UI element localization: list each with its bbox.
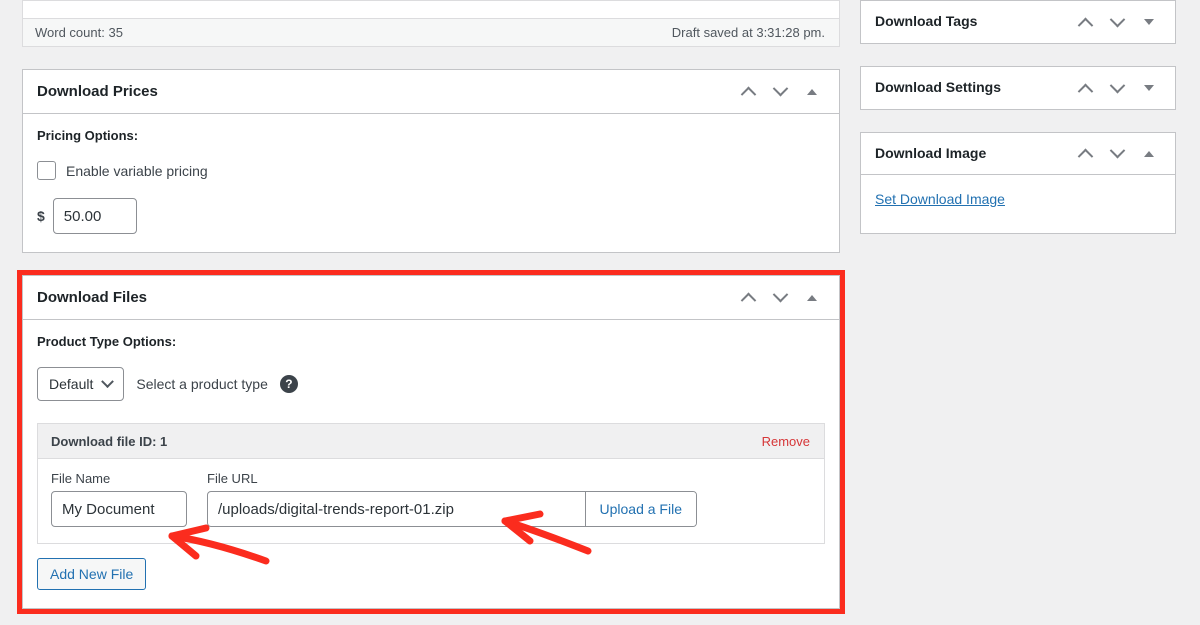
download-files-body: Product Type Options: Default Select a p… [23,320,839,608]
panel-handle-actions [733,283,827,313]
enable-variable-pricing-label: Enable variable pricing [66,162,208,179]
move-down-button[interactable] [765,77,795,107]
chevron-up-icon [1077,148,1093,165]
draft-saved-text: Draft saved at 3:31:28 pm. [671,25,825,40]
set-download-image-link[interactable]: Set Download Image [875,191,1005,207]
help-icon[interactable]: ? [279,375,298,393]
product-type-hint: Select a product type [136,376,268,392]
chevron-down-icon [772,80,788,97]
triangle-toggle-icon [1144,150,1154,157]
sidebar-column: Download Tags Download Settings Download… [860,0,1176,234]
move-up-button[interactable] [1070,139,1100,169]
triangle-toggle-icon [1144,19,1154,25]
file-url-input[interactable] [208,492,585,526]
chevron-down-icon [772,286,788,303]
upload-a-file-button[interactable]: Upload a File [584,492,696,526]
download-prices-body: Pricing Options: Enable variable pricing… [23,114,839,252]
panel-handle-actions [1070,7,1164,37]
download-file-id-label: Download file ID: 1 [51,433,168,449]
download-file-fields: File Name File URL Upload a File [38,459,824,543]
file-name-input[interactable] [51,491,187,527]
move-down-button[interactable] [1102,7,1132,37]
product-type-selected-value: Default [49,376,94,392]
chevron-down-icon [101,374,115,388]
word-count-text: Word count: 35 [35,25,123,40]
download-file-row: Download file ID: 1 Remove File Name Fil… [37,423,825,544]
download-files-panel: Download Files Product Type Options: Def… [17,270,845,614]
move-down-button[interactable] [765,283,795,313]
chevron-down-icon [1109,11,1125,27]
price-row: $ [37,198,825,234]
editor-content-area [22,0,840,18]
move-up-button[interactable] [733,283,763,313]
toggle-panel-button[interactable] [1134,139,1164,169]
move-up-button[interactable] [733,77,763,107]
file-name-field-group: File Name [51,471,187,527]
admin-layout: Word count: 35 Draft saved at 3:31:28 pm… [0,0,1200,614]
download-prices-panel: Download Prices Pricing Options: Enable … [22,69,840,253]
chevron-up-icon [740,86,756,103]
product-type-row: Default Select a product type ? [37,367,825,401]
currency-symbol: $ [37,208,45,224]
download-settings-title: Download Settings [875,79,1001,96]
download-image-panel: Download Image Set Download Image [860,132,1176,234]
chevron-down-icon [1109,142,1125,159]
triangle-toggle-icon [807,294,817,301]
download-tags-title: Download Tags [875,13,978,30]
price-input[interactable] [52,198,137,234]
download-image-header[interactable]: Download Image [861,133,1175,175]
triangle-toggle-icon [807,88,817,95]
panel-handle-actions [733,77,827,107]
move-down-button[interactable] [1102,139,1132,169]
chevron-up-icon [740,292,756,309]
move-up-button[interactable] [1070,73,1100,103]
chevron-up-icon [1077,83,1093,99]
toggle-panel-button[interactable] [1134,73,1164,103]
file-url-input-wrap: Upload a File [207,491,697,527]
toggle-panel-button[interactable] [797,283,827,313]
editor-status-bar: Word count: 35 Draft saved at 3:31:28 pm… [22,18,840,47]
panel-handle-actions [1070,139,1164,169]
download-tags-header[interactable]: Download Tags [861,1,1175,43]
toggle-panel-button[interactable] [1134,7,1164,37]
download-file-row-header: Download file ID: 1 Remove [38,424,824,459]
add-new-file-button[interactable]: Add New File [37,558,147,590]
chevron-down-icon [1109,77,1125,93]
file-url-field-group: File URL Upload a File [207,471,697,527]
remove-file-link[interactable]: Remove [762,434,810,449]
main-column: Word count: 35 Draft saved at 3:31:28 pm… [17,0,845,614]
enable-variable-pricing-row[interactable]: Enable variable pricing [37,161,825,180]
product-type-options-label: Product Type Options: [37,334,177,349]
file-url-label: File URL [207,471,258,486]
download-prices-title: Download Prices [37,83,158,100]
triangle-toggle-icon [1144,85,1154,91]
download-files-header[interactable]: Download Files [23,276,839,320]
move-up-button[interactable] [1070,7,1100,37]
download-image-title: Download Image [875,144,987,161]
toggle-panel-button[interactable] [797,77,827,107]
download-settings-panel: Download Settings [860,66,1176,110]
product-type-select[interactable]: Default [37,367,125,401]
download-prices-header[interactable]: Download Prices [23,70,839,114]
move-down-button[interactable] [1102,73,1132,103]
chevron-up-icon [1077,17,1093,33]
download-image-body: Set Download Image [861,175,1175,233]
panel-handle-actions [1070,73,1164,103]
download-settings-header[interactable]: Download Settings [861,67,1175,109]
file-name-label: File Name [51,471,111,486]
enable-variable-pricing-checkbox[interactable] [37,161,56,180]
download-tags-panel: Download Tags [860,0,1176,44]
pricing-options-label: Pricing Options: [37,128,139,143]
download-files-title: Download Files [37,289,148,306]
